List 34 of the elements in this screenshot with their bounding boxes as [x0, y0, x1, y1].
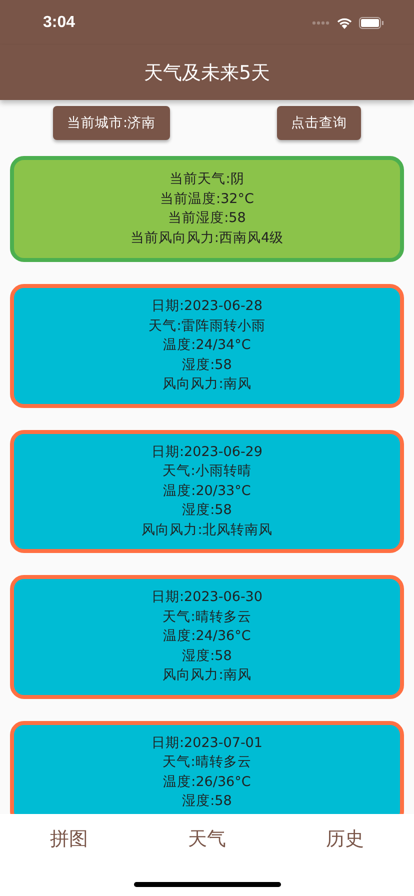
weather-info-text: 日期:2023-07-01 — [151, 734, 262, 752]
weather-info-text: 湿度:58 — [182, 646, 232, 666]
weather-info-text: 日期:2023-06-28 — [151, 297, 262, 316]
weather-info-text: 当前天气:阴 — [170, 170, 244, 189]
tab[interactable]: 拼图 — [20, 826, 118, 852]
weather-info-text: 天气:雷阵雨转小雨 — [148, 316, 266, 336]
weather-info-text: 湿度:58 — [182, 501, 232, 520]
weather-info-text: 温度:24/36°C — [163, 627, 251, 646]
tab[interactable]: 天气 — [158, 826, 256, 852]
action-button[interactable]: 当前城市:济南 — [53, 106, 170, 140]
weather-info-text: 当前温度:32°C — [160, 190, 254, 208]
weather-info-text: 湿度:58 — [182, 792, 232, 811]
weather-info-text: 天气:小雨转晴 — [162, 462, 252, 481]
weather-info-text: 日期:2023-06-29 — [151, 442, 262, 462]
home-indicator[interactable] — [134, 882, 281, 887]
weather-info-text: 湿度:58 — [182, 356, 232, 374]
weather-info-text: 当前湿度:58 — [168, 209, 246, 228]
signal-icon — [312, 20, 330, 24]
weather-info-text: 天气:晴转多云 — [162, 608, 252, 626]
weather-info-text: 日期:2023-06-30 — [151, 588, 262, 607]
tab[interactable]: 历史 — [296, 826, 394, 852]
weather-info-text: 风向风力:南风 — [162, 666, 252, 685]
battery-icon — [359, 16, 384, 28]
weather-info-text: 温度:26/36°C — [163, 772, 251, 792]
weather-info-text: 温度:24/34°C — [163, 336, 251, 355]
wifi-icon — [336, 16, 353, 28]
weather-info-text: 风向风力:北风转南风 — [142, 520, 272, 540]
weather-info-text: 风向风力:南风 — [162, 375, 252, 394]
weather-info-text: 天气:晴转多云 — [162, 753, 252, 772]
weather-info-text: 当前风向风力:西南风4级 — [130, 228, 284, 248]
action-button[interactable]: 点击查询 — [277, 106, 361, 140]
app-title: 天气及未来5天 — [144, 60, 270, 86]
weather-info-text: 温度:20/33°C — [163, 482, 251, 500]
status-time: 3:04 — [43, 14, 76, 32]
